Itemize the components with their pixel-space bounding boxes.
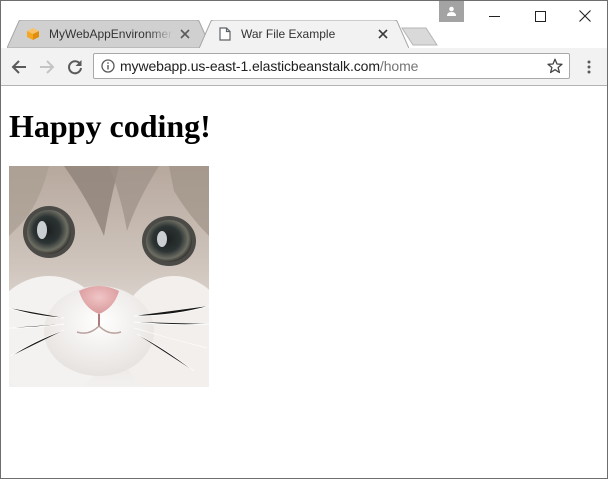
page-heading: Happy coding! <box>9 108 211 144</box>
close-icon <box>579 10 591 22</box>
title-bar: MyWebAppEnvironment War File Example <box>1 1 607 48</box>
profile-icon[interactable] <box>439 1 464 22</box>
forward-arrow-icon <box>40 60 55 74</box>
tab-title: War File Example <box>241 27 336 41</box>
info-icon[interactable] <box>100 58 116 74</box>
address-bar[interactable]: mywebapp.us-east-1.elasticbeanstalk.com/… <box>93 53 570 79</box>
bookmark-star-icon[interactable] <box>546 57 564 75</box>
browser-menu-button[interactable] <box>579 57 599 77</box>
tab-mywebappenvironment[interactable]: MyWebAppEnvironment <box>7 20 211 48</box>
page-icon <box>217 26 233 42</box>
tab-title: MyWebAppEnvironment <box>49 27 173 41</box>
maximize-button[interactable] <box>517 1 563 31</box>
close-icon[interactable] <box>375 26 391 42</box>
url-path: /home <box>379 58 419 74</box>
minimize-icon <box>488 15 500 17</box>
more-vertical-icon <box>587 60 591 74</box>
close-window-button[interactable] <box>562 1 608 31</box>
close-icon[interactable] <box>177 26 193 42</box>
kitten-photo <box>9 166 209 387</box>
url-text[interactable]: mywebapp.us-east-1.elasticbeanstalk.com/… <box>120 58 546 74</box>
back-button[interactable] <box>7 55 31 79</box>
reload-icon <box>68 60 82 75</box>
minimize-button[interactable] <box>471 1 517 31</box>
browser-window: MyWebAppEnvironment War File Example myw… <box>0 0 608 479</box>
browser-toolbar: mywebapp.us-east-1.elasticbeanstalk.com/… <box>1 48 607 86</box>
url-host: mywebapp.us-east-1.elasticbeanstalk.com <box>120 58 380 74</box>
tab-war-file-example[interactable]: War File Example <box>199 20 409 48</box>
forward-button[interactable] <box>35 55 59 79</box>
aws-cube-icon <box>25 26 41 42</box>
back-arrow-icon <box>11 60 26 74</box>
reload-button[interactable] <box>63 55 87 79</box>
maximize-icon <box>534 10 546 22</box>
page-content: Happy coding! <box>1 86 607 478</box>
